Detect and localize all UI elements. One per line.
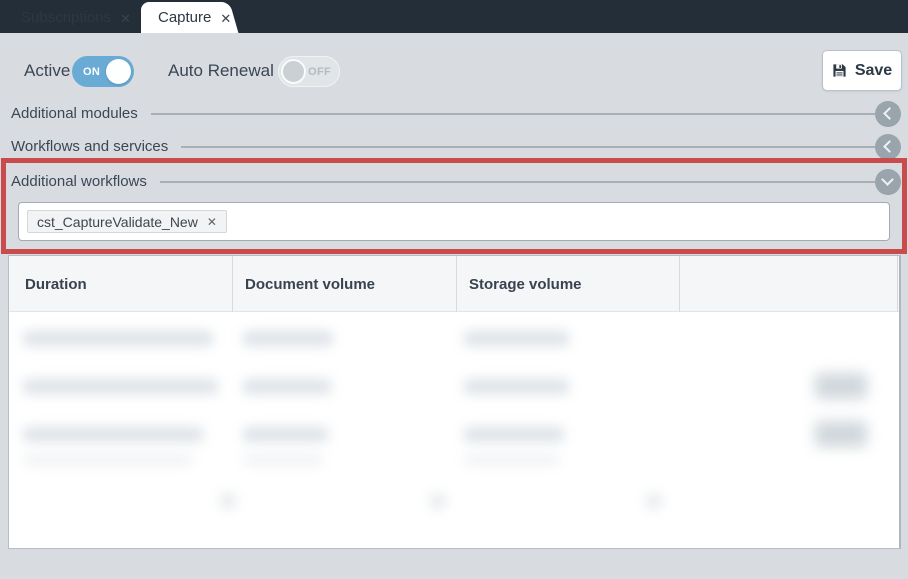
redacted-action-button[interactable] <box>815 421 867 447</box>
tab-capture[interactable]: Capture ✕ <box>141 2 231 33</box>
section-additional-workflows: Additional workflows <box>0 168 908 195</box>
redacted-value <box>23 455 193 465</box>
header-scrollbar-gutter <box>897 256 908 312</box>
redacted-duration-value <box>23 331 213 346</box>
redacted-document-volume-value <box>243 427 328 442</box>
redacted-document-volume-value <box>243 331 333 346</box>
close-icon[interactable]: ✕ <box>120 11 131 25</box>
redacted-value <box>243 455 323 465</box>
section-divider <box>159 180 875 183</box>
collapse-section-button[interactable] <box>875 168 901 195</box>
section-label: Additional workflows <box>11 173 147 190</box>
column-header-storage-volume[interactable]: Storage volume <box>456 256 679 312</box>
redacted-smudge <box>645 492 663 510</box>
redacted-duration-value <box>23 379 218 394</box>
tab-bar: Subscriptions ✕ Capture ✕ <box>0 0 908 33</box>
redacted-smudge <box>219 492 237 510</box>
save-button[interactable]: Save <box>822 50 902 91</box>
close-icon[interactable]: ✕ <box>220 11 231 25</box>
redacted-action-button[interactable] <box>815 373 867 399</box>
auto-renewal-toggle[interactable]: OFF <box>278 56 340 87</box>
save-floppy-icon <box>833 64 846 77</box>
save-button-label: Save <box>854 61 893 79</box>
section-divider <box>181 145 875 148</box>
expand-section-button[interactable] <box>875 133 901 160</box>
section-label: Workflows and services <box>11 138 169 155</box>
remove-tag-icon[interactable]: ✕ <box>207 216 217 228</box>
tab-subscriptions[interactable]: Subscriptions ✕ <box>4 2 131 33</box>
section-divider <box>150 112 875 115</box>
redacted-document-volume-value <box>243 379 331 394</box>
column-header-document-volume[interactable]: Document volume <box>232 256 456 312</box>
workflow-tag-label: cst_CaptureValidate_New <box>37 213 198 230</box>
workflow-tag-chip: cst_CaptureValidate_New ✕ <box>27 210 227 233</box>
toggle-knob <box>281 59 306 84</box>
section-workflows-and-services: Workflows and services <box>0 133 908 160</box>
chevron-left-icon <box>883 139 896 153</box>
active-label: Active <box>24 61 71 80</box>
redacted-storage-volume-value <box>464 427 564 442</box>
column-header-duration[interactable]: Duration <box>9 256 232 312</box>
active-toggle[interactable]: ON <box>72 56 134 87</box>
expand-section-button[interactable] <box>875 100 901 127</box>
auto-renewal-label: Auto Renewal <box>168 61 274 80</box>
chevron-left-icon <box>883 106 896 120</box>
column-header-actions <box>679 256 897 312</box>
section-additional-modules: Additional modules <box>0 100 908 127</box>
redacted-storage-volume-value <box>464 379 569 394</box>
redacted-smudge <box>429 492 447 510</box>
toggle-state-label: OFF <box>308 66 331 78</box>
toggle-state-label: ON <box>83 66 101 78</box>
subscription-volumes-table: Duration Document volume Storage volume <box>8 255 901 549</box>
additional-workflows-input[interactable]: cst_CaptureValidate_New ✕ <box>18 202 890 241</box>
table-header-row: Duration Document volume Storage volume <box>9 256 899 312</box>
toggle-knob <box>106 59 131 84</box>
chevron-down-icon <box>881 172 894 186</box>
redacted-storage-volume-value <box>464 331 569 346</box>
redacted-value <box>464 455 559 465</box>
section-label: Additional modules <box>11 105 138 122</box>
tab-label: Subscriptions <box>21 9 112 26</box>
redacted-duration-value <box>23 427 203 442</box>
tab-label: Capture <box>158 9 212 26</box>
